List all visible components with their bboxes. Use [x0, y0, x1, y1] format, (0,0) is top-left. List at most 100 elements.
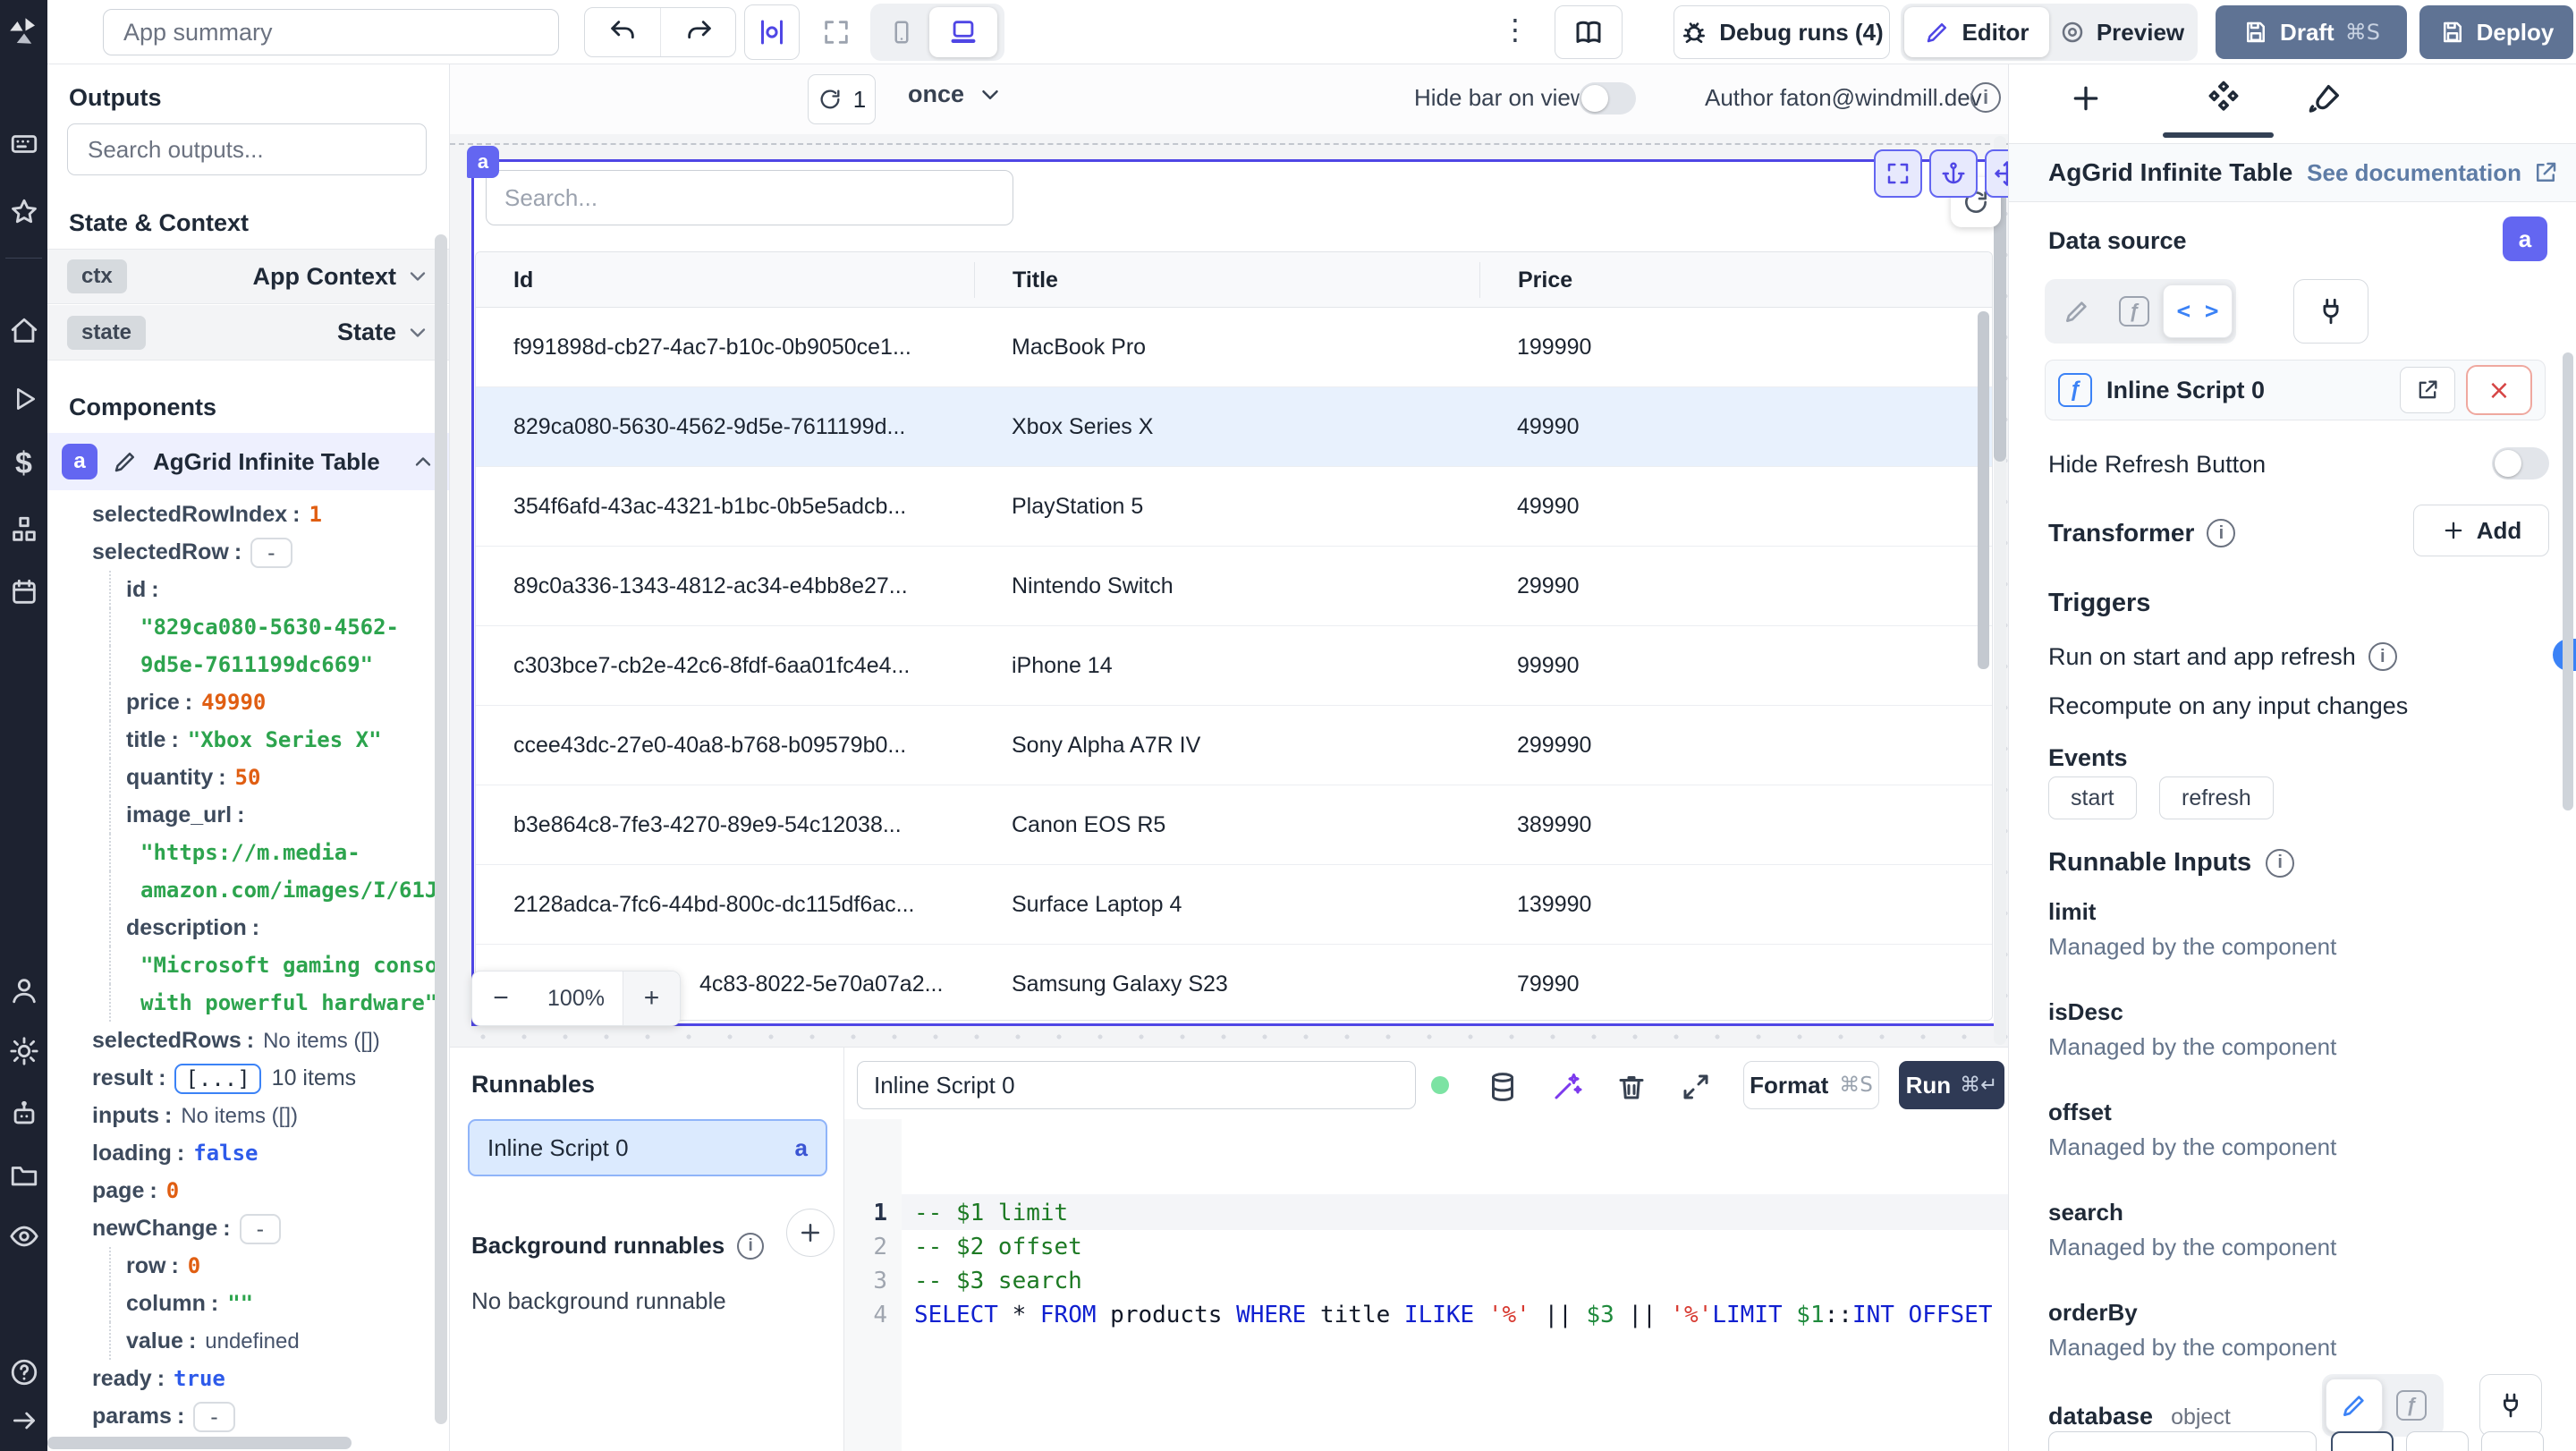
insert-component-tab[interactable] — [2064, 77, 2107, 120]
output-tree-row[interactable]: params: - — [47, 1397, 437, 1435]
table-row[interactable]: f991898d-cb27-4ac7-b10c-0b9050ce1... Mac… — [476, 308, 1992, 387]
table-row[interactable]: b3e864c8-7fe3-4270-89e9-54c12038... Cano… — [476, 785, 1992, 865]
zoom-out-button[interactable]: − — [472, 972, 530, 1025]
ctx-row[interactable]: ctx App Context — [47, 249, 449, 304]
table-row[interactable]: 829ca080-5630-4562-9d5e-7611199d... Xbox… — [476, 387, 1992, 467]
output-tree-row[interactable]: selectedRows: No items ([]) — [47, 1022, 437, 1059]
output-tree-row[interactable]: with powerful hardware" — [109, 984, 437, 1022]
outputs-vertical-scrollbar[interactable] — [435, 234, 447, 1424]
desktop-view-button[interactable] — [929, 7, 997, 57]
connect-plug-button[interactable] — [2293, 279, 2368, 344]
fullwidth-toggle[interactable] — [809, 4, 864, 60]
component-settings-tab[interactable] — [2202, 77, 2245, 120]
expand-handle-icon[interactable] — [1874, 149, 1922, 198]
apps-icon[interactable] — [0, 123, 47, 165]
canvas-grid[interactable]: a Id Title Price f9918 — [450, 134, 2029, 1047]
table-row[interactable]: 4c83-8022-5e70a07a2... Samsung Galaxy S2… — [476, 945, 1992, 1020]
redo-button[interactable] — [661, 8, 737, 56]
help-icon[interactable] — [0, 1353, 47, 1392]
settings-scrollbar[interactable] — [2563, 352, 2573, 810]
column-header-title[interactable]: Title — [974, 261, 1479, 298]
output-collapse-chip[interactable]: - — [239, 1214, 282, 1245]
component-list-item[interactable]: a AgGrid Infinite Table — [47, 433, 449, 490]
grid-scrollbar[interactable] — [1978, 311, 1989, 669]
output-tree-row[interactable]: quantity:50 — [109, 759, 437, 796]
output-tree-row[interactable]: column: "" — [109, 1285, 437, 1322]
output-tree-row[interactable]: 9d5e-7611199dc669" — [109, 646, 437, 683]
search-outputs-input[interactable] — [67, 123, 427, 175]
table-row[interactable]: ccee43dc-27e0-40a8-b768-b09579b0... Sony… — [476, 706, 1992, 785]
datasource-script-row[interactable]: ƒ Inline Script 0 × — [2045, 360, 2546, 420]
output-tree-row[interactable]: page:0 — [47, 1172, 437, 1209]
more-options-kebab-icon[interactable]: ⋮ — [1501, 13, 1530, 47]
code-mode-selected[interactable]: < > — [2163, 284, 2233, 338]
output-tree-row[interactable]: row:0 — [109, 1247, 437, 1285]
undo-button[interactable] — [585, 8, 661, 56]
editor-tab[interactable]: Editor — [1904, 7, 2049, 57]
refresh-count-box[interactable]: 1 — [808, 74, 876, 124]
debug-runs-button[interactable]: Debug runs (4) — [1674, 5, 1890, 59]
output-tree-row[interactable]: selectedRowIndex:1 — [47, 496, 437, 533]
variables-dollar-icon[interactable]: $ — [0, 442, 47, 485]
windmill-logo[interactable] — [0, 11, 47, 54]
app-summary-input[interactable] — [103, 9, 559, 55]
deploy-button[interactable]: Deploy — [2419, 5, 2573, 59]
code-editor[interactable]: 1 2 3 4 -- $1 limit -- $2 offset -- $3 s… — [844, 1119, 2118, 1451]
zoom-in-button[interactable]: + — [623, 972, 680, 1025]
event-chip-refresh[interactable]: refresh — [2159, 776, 2274, 819]
output-tree-row[interactable]: description: — [109, 909, 437, 946]
draft-save-button[interactable]: Draft ⌘S — [2216, 5, 2407, 59]
event-chip-start[interactable]: start — [2048, 776, 2137, 819]
output-tree-row[interactable]: value: undefined — [109, 1322, 437, 1360]
output-tree-row[interactable]: selectedRow: - — [47, 533, 437, 571]
output-tree-row[interactable]: image_url: — [109, 796, 437, 834]
output-tree-row[interactable]: ready: true — [47, 1360, 437, 1397]
table-search-input[interactable] — [486, 170, 1013, 225]
static-pencil-mode[interactable] — [2048, 284, 2106, 338]
outputs-horizontal-scrollbar[interactable] — [47, 1437, 352, 1449]
transformer-info-icon[interactable]: i — [2207, 519, 2236, 547]
output-tree-row[interactable]: "Microsoft gaming console — [109, 946, 437, 984]
output-tree-row[interactable]: title: "Xbox Series X" — [109, 721, 437, 759]
preview-tab[interactable]: Preview — [2049, 19, 2194, 47]
centered-layout-toggle[interactable] — [744, 4, 800, 60]
database-resource-input[interactable] — [2048, 1431, 2317, 1451]
see-documentation-link[interactable]: See documentation — [2307, 159, 2559, 187]
remove-script-button[interactable]: × — [2466, 365, 2532, 415]
background-runnables-info-icon[interactable]: i — [737, 1232, 765, 1260]
state-row[interactable]: state State — [47, 305, 449, 361]
runnable-inputs-info-icon[interactable]: i — [2266, 848, 2295, 878]
hide-refresh-toggle[interactable] — [2492, 447, 2549, 479]
author-info-icon[interactable]: i — [1970, 82, 2001, 113]
column-header-price[interactable]: Price — [1479, 261, 1992, 298]
run-button[interactable]: Run ⌘↵ — [1899, 1061, 2004, 1109]
run-on-start-info-icon[interactable]: i — [2368, 642, 2397, 671]
database-action-button[interactable] — [2481, 1431, 2544, 1451]
styling-brush-tab[interactable] — [2304, 77, 2347, 120]
open-script-external-button[interactable] — [2400, 367, 2455, 413]
output-tree-row[interactable]: price:49990 — [109, 683, 437, 721]
database-pencil-mode-selected[interactable] — [2326, 1379, 2383, 1432]
runs-play-icon[interactable] — [0, 378, 47, 420]
delete-trash-icon[interactable] — [1612, 1067, 1651, 1107]
table-row[interactable]: 354f6afd-43ac-4321-b1bc-0b5e5adcb... Pla… — [476, 467, 1992, 547]
chevron-up-icon[interactable] — [411, 449, 436, 474]
collapse-arrow-icon[interactable] — [0, 1401, 47, 1440]
template-fx-mode[interactable]: ƒ — [2106, 284, 2163, 338]
output-tree-row[interactable]: id: — [109, 571, 437, 608]
schedule-dropdown[interactable]: once — [908, 81, 1004, 108]
runnable-item[interactable]: Inline Script 0 a — [468, 1119, 827, 1176]
output-tree-row[interactable]: result: [...] 10 items — [47, 1059, 437, 1097]
output-tree-row[interactable]: amazon.com/images/I/61JGKho — [109, 871, 437, 909]
output-collapse-chip[interactable]: [...] — [174, 1064, 261, 1095]
add-background-runnable-button[interactable] — [786, 1209, 835, 1257]
home-icon[interactable] — [0, 310, 47, 352]
table-row[interactable]: 89c0a336-1343-4812-ac34-e4bb8e27... Nint… — [476, 547, 1992, 626]
folder-icon[interactable] — [0, 1154, 47, 1197]
database-action-button[interactable] — [2331, 1431, 2394, 1451]
column-header-id[interactable]: Id — [476, 262, 974, 298]
database-icon[interactable] — [1483, 1067, 1522, 1107]
expand-editor-icon[interactable] — [1676, 1067, 1716, 1107]
database-action-button[interactable] — [2406, 1431, 2469, 1451]
output-tree-row[interactable]: "829ca080-5630-4562- — [109, 608, 437, 646]
